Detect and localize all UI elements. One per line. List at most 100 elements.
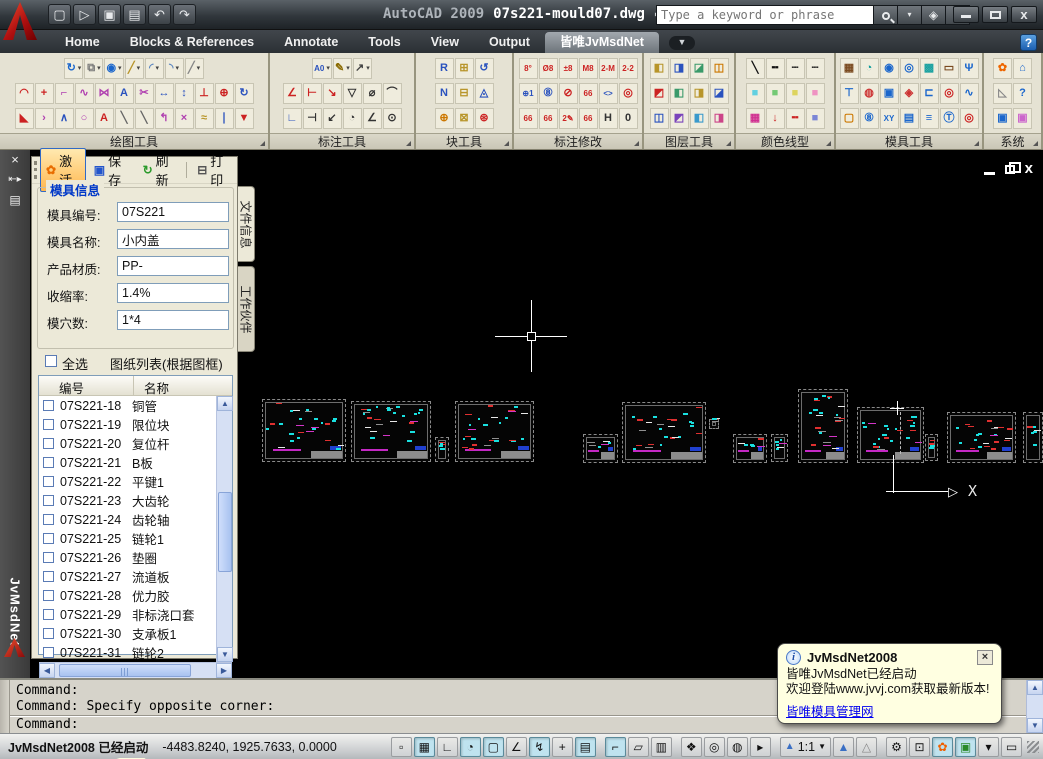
tool-icon[interactable]: ⧉▾: [84, 58, 103, 79]
tool-icon[interactable]: ◔: [860, 58, 879, 79]
menu-tab-2[interactable]: Annotate: [269, 32, 353, 53]
tool-icon[interactable]: ▣: [880, 83, 899, 104]
column-header-number[interactable]: 编号: [39, 376, 134, 395]
drawing-status-button[interactable]: ▣: [955, 737, 976, 757]
tool-icon[interactable]: ∿: [75, 83, 94, 104]
sheet-list-row-10[interactable]: 07S221-28优力胶: [39, 586, 216, 605]
tool-icon[interactable]: Ⓣ: [940, 108, 959, 129]
list-horizontal-scrollbar[interactable]: ◀ ▶: [39, 662, 232, 678]
drawing-close-icon[interactable]: x: [1025, 162, 1033, 176]
tool-icon[interactable]: ⌂: [1013, 58, 1032, 79]
tool-icon[interactable]: ⊙: [383, 108, 402, 129]
autocad-logo-menu-button[interactable]: [3, 2, 39, 42]
tool-icon[interactable]: ◫: [650, 108, 669, 129]
quick-view-layouts-button[interactable]: ▥: [651, 737, 672, 757]
resize-grip[interactable]: [1027, 741, 1039, 753]
new-file-button[interactable]: ▢: [48, 4, 71, 25]
quick-properties-toggle[interactable]: ▤: [575, 737, 596, 757]
tool-icon[interactable]: ⊣: [303, 108, 322, 129]
tool-icon[interactable]: ⊢: [303, 83, 322, 104]
menu-tab-1[interactable]: Blocks & References: [115, 32, 269, 53]
balloon-close-button[interactable]: ×: [977, 650, 993, 665]
tool-icon[interactable]: ∣: [215, 108, 234, 129]
menu-tab-3[interactable]: Tools: [353, 32, 415, 53]
sheet-list-row-8[interactable]: 07S221-26垫圈: [39, 548, 216, 567]
toolbar-grip[interactable]: [34, 161, 37, 179]
tool-icon[interactable]: 66: [519, 108, 538, 129]
tool-icon[interactable]: ◣: [15, 108, 34, 129]
row-checkbox[interactable]: [43, 533, 54, 544]
tool-icon[interactable]: ↗▾: [353, 58, 372, 79]
tool-icon[interactable]: ⌐: [55, 83, 74, 104]
search-button[interactable]: [874, 5, 898, 25]
steering-wheel-button[interactable]: ◍: [727, 737, 748, 757]
drawing-sheet-6[interactable]: [709, 419, 719, 429]
drawing-minimize-icon[interactable]: [984, 172, 995, 175]
panel-title[interactable]: 标注工具: [270, 133, 414, 149]
scroll-up-icon[interactable]: ▲: [217, 396, 233, 411]
panel-title[interactable]: 模具工具: [836, 133, 982, 149]
cursor-coordinates[interactable]: -4483.8240, 1925.7633, 0.0000: [162, 740, 336, 754]
menu-tab-4[interactable]: View: [416, 32, 474, 53]
tool-icon[interactable]: A: [95, 108, 114, 129]
tool-icon[interactable]: ↺: [475, 58, 494, 79]
tool-icon[interactable]: A: [115, 83, 134, 104]
drawing-sheet-1[interactable]: [351, 401, 431, 462]
drawing-sheet-5[interactable]: [622, 402, 706, 463]
clean-screen-button[interactable]: ▭: [1001, 737, 1022, 757]
tool-icon[interactable]: H: [599, 108, 618, 129]
tool-icon[interactable]: ⊕: [215, 83, 234, 104]
minimize-button[interactable]: [953, 6, 979, 23]
tool-icon[interactable]: M8: [579, 58, 598, 79]
sheet-list-row-11[interactable]: 07S221-29非标浇口套: [39, 605, 216, 624]
tool-icon[interactable]: ◠: [15, 83, 34, 104]
field-input-0[interactable]: [117, 202, 229, 222]
tool-icon[interactable]: XY: [880, 108, 899, 129]
tool-icon[interactable]: ?: [1013, 83, 1032, 104]
tool-icon[interactable]: +: [35, 83, 54, 104]
drawing-sheet-13[interactable]: [1023, 412, 1043, 463]
tool-icon[interactable]: ■: [746, 83, 765, 104]
ortho-toggle[interactable]: ∟: [437, 737, 458, 757]
tool-icon[interactable]: ◪: [710, 83, 729, 104]
tool-icon[interactable]: ×: [175, 108, 194, 129]
tool-icon[interactable]: ∟: [283, 108, 302, 129]
tool-icon[interactable]: ○: [75, 108, 94, 129]
tool-icon[interactable]: ▭: [940, 58, 959, 79]
zoom-button[interactable]: ◎: [704, 737, 725, 757]
tool-icon[interactable]: ◔: [343, 108, 362, 129]
ribbon-minimize-arrow-icon[interactable]: ▼: [669, 36, 695, 50]
tool-icon[interactable]: ⊠: [455, 108, 474, 129]
row-checkbox[interactable]: [43, 495, 54, 506]
open-file-button[interactable]: ▷: [73, 4, 96, 25]
tool-icon[interactable]: ◩: [670, 108, 689, 129]
toolbar-lock-button[interactable]: ⊡: [909, 737, 930, 757]
tool-icon[interactable]: ↔: [155, 83, 174, 104]
tool-icon[interactable]: ◍: [860, 83, 879, 104]
sheet-list-row-0[interactable]: 07S221-18铜管: [39, 396, 216, 415]
tool-icon[interactable]: ◉▾: [104, 58, 123, 79]
tool-icon[interactable]: ■: [766, 83, 785, 104]
tool-icon[interactable]: ◎: [940, 83, 959, 104]
tool-icon[interactable]: ⊏: [920, 83, 939, 104]
tool-icon[interactable]: ⊕: [435, 108, 454, 129]
tool-icon[interactable]: ◎: [900, 58, 919, 79]
tool-icon[interactable]: ◜▾: [145, 58, 164, 79]
show-motion-button[interactable]: ▸: [750, 737, 771, 757]
snap-toggle[interactable]: ▫: [391, 737, 412, 757]
tool-icon[interactable]: ∠: [283, 83, 302, 104]
tool-icon[interactable]: ⊛: [475, 108, 494, 129]
tool-icon[interactable]: ◫: [710, 58, 729, 79]
annotation-scale-control[interactable]: ▲1:1▼: [780, 737, 831, 757]
side-tab-work-partner[interactable]: 工作伙伴: [238, 266, 255, 352]
tool-icon[interactable]: ◧: [690, 108, 709, 129]
drawing-sheet-4[interactable]: [583, 434, 618, 463]
polar-toggle[interactable]: ◔: [460, 737, 481, 757]
tool-icon[interactable]: ╍: [766, 58, 785, 79]
workspace-switch-button[interactable]: ⚙: [886, 737, 907, 757]
tool-icon[interactable]: ■: [786, 83, 805, 104]
search-menu-button[interactable]: ▾: [898, 5, 922, 25]
tool-icon[interactable]: ▩: [920, 58, 939, 79]
jvmsdnet-plugin-button[interactable]: ✿: [932, 737, 953, 757]
status-menu-arrow[interactable]: ▾: [978, 737, 999, 757]
